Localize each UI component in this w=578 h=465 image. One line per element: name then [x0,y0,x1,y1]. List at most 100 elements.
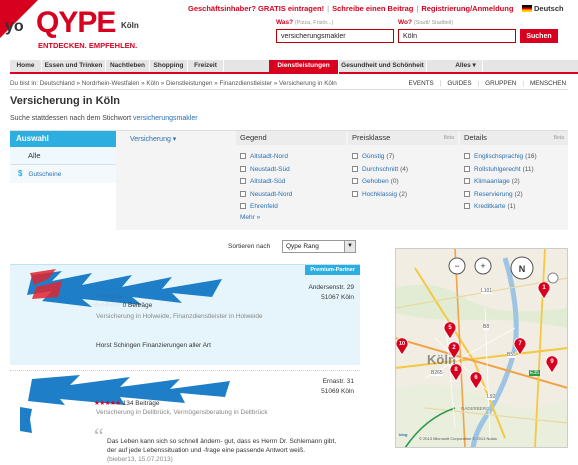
site-header: yo QYPE Köln ENTDECKEN. EMPFEHLEN. Gesch… [0,0,578,60]
logo-prefix: yo [5,18,24,35]
snippet-meta: (bieber13, 15.07.2013) [107,456,173,463]
german-flag-icon [522,5,532,12]
logo-city: Köln [121,21,139,30]
checkbox[interactable] [240,178,246,184]
search-button[interactable]: Suchen [520,29,558,43]
result-item[interactable]: ★★★★★ 134 Beiträge Versicherung in Dellbr… [10,370,360,465]
preis-option-count: (7) [386,153,395,160]
nav-freizeit[interactable]: Freizeit [188,60,224,72]
preis-option[interactable]: Gehoben (0) [348,176,458,189]
nav-home[interactable]: Home [10,60,42,72]
details-option[interactable]: Kreditkarte (1) [460,201,568,214]
preis-option[interactable]: Günstig (7) [348,151,458,164]
business-signup-link[interactable]: Geschäftsinhaber? GRATIS eintragen! [188,4,324,13]
chevron-down-icon: ▼ [344,241,355,252]
details-option[interactable]: Englischsprachig (16) [460,151,568,164]
auswahl-gutscheine[interactable]: $ Gutscheine [10,165,116,183]
checkbox[interactable] [464,178,470,184]
mehr-link[interactable]: Mehr » [236,214,346,221]
checkbox[interactable] [464,203,470,209]
gegend-option[interactable]: Neustadt-Nord [236,189,346,202]
where-label: Wo? (Stadt/ Stadtteil) [398,19,453,26]
details-option-label: Reservierung [474,190,513,198]
preis-option-label: Durchschnitt [362,165,399,173]
category-dropdown[interactable]: Versicherung ▾ [130,135,176,143]
checkbox[interactable] [464,165,470,172]
beta-label: Beta [443,135,454,141]
gegend-option[interactable]: Neustadt-Süd [236,164,346,177]
nav-alles[interactable]: Alles ▾ [449,60,483,72]
zoom-in-button[interactable] [477,256,489,270]
road-label: L101 [481,288,493,294]
sort-select[interactable]: Qype Rang ▼ [282,240,356,253]
checkbox[interactable] [352,165,358,172]
divider [10,89,568,90]
rating-stars: ☆☆☆☆☆ [94,302,121,309]
dollar-icon: $ [18,169,23,178]
details-option-count: (16) [525,153,537,160]
sub-link-events[interactable]: EVENTS [409,80,434,87]
gegend-option[interactable]: Altstadt-Nord [236,151,346,164]
gegend-title: Gegend [236,131,346,145]
business-name-fragment[interactable]: Holweide [96,292,123,301]
review-count[interactable]: 0 Beiträge [123,302,153,309]
where-hint: (Stadt/ Stadtteil) [413,20,454,26]
details-option[interactable]: Rollstuhlgerecht (11) [460,164,568,177]
premium-partner-badge: Premium-Partner [305,265,360,275]
language-selector[interactable]: Deutsch [522,4,564,13]
district-label: RADERBERG [461,406,490,411]
result-address: Ernastr. 31 51069 Köln [321,377,354,397]
preis-option[interactable]: Durchschnitt (4) [348,164,458,177]
checkbox[interactable] [464,190,470,197]
zoom-out-button[interactable] [453,256,465,270]
checkbox[interactable] [352,178,358,184]
nav-gesundheit[interactable]: Gesundheit und Schönheit [339,60,427,72]
details-option-label: Englischsprachig [474,153,524,160]
nav-essen-trinken[interactable]: Essen und Trinken [42,60,106,72]
details-option[interactable]: Reservierung (2) [460,189,568,202]
marker-number: 1 [542,285,546,291]
preis-option[interactable]: Hochklassig (2) [348,189,458,202]
road-label: E35 [529,370,540,376]
sort-value: Qype Rang [286,243,319,250]
preis-option-count: (0) [390,178,399,185]
nav-dienstleistungen[interactable]: Dienstleistungen [269,60,339,74]
gutscheine-label: Gutscheine [28,171,62,178]
address-street: Andersenstr. 29 [308,284,354,291]
gegend-option[interactable]: Ehrenfeld [236,201,346,214]
details-option-count: (2) [514,190,523,198]
compass-icon[interactable] [511,257,533,279]
write-review-link[interactable]: Schreibe einen Beitrag [332,4,413,13]
details-option[interactable]: Klimaanlage (2) [460,176,568,189]
checkbox[interactable] [240,153,246,159]
nav-nachtleben[interactable]: Nachtleben [106,60,150,72]
preis-option-count: (4) [400,165,409,173]
checkbox[interactable] [464,153,470,159]
sub-link-menschen[interactable]: MENSCHEN [530,80,566,87]
auswahl-all[interactable]: Alle [10,147,116,165]
search-hint-keyword-link[interactable]: versicherungsmakler [133,115,198,122]
gegend-option[interactable]: Altstadt-Süd [236,176,346,189]
checkbox[interactable] [240,165,246,172]
rating-line: ☆☆☆☆☆ 0 Beiträge [94,301,152,309]
register-login-link[interactable]: Registrierung/Anmeldung [421,4,513,13]
review-count[interactable]: 134 Beiträge [123,400,160,407]
sub-link-guides[interactable]: GUIDES [447,80,471,87]
address-city: 51067 Köln [321,294,354,301]
checkbox[interactable] [240,203,246,209]
nav-shopping[interactable]: Shopping [150,60,188,72]
checkbox[interactable] [352,190,358,197]
marker-number: 5 [448,325,452,331]
results-map[interactable]: − + N Köln L101 B8 B55 B265 L92 E35 RADE… [395,248,568,448]
where-input[interactable] [398,29,516,43]
auswahl-panel: Auswahl Alle $ Gutscheine [10,131,116,231]
qype-logo[interactable]: yo QYPE Köln ENTDECKEN. EMPFEHLEN. [0,0,140,56]
what-input[interactable] [276,29,394,43]
result-item[interactable]: Premium-Partner ☆☆☆☆☆ 0 Beiträge Holweide… [10,265,360,365]
marker-number: 7 [518,341,522,347]
search-hint-text: Suche stattdessen nach dem Stichwort [10,115,132,122]
avatar [20,407,32,433]
checkbox[interactable] [352,153,358,159]
sub-link-gruppen[interactable]: GRUPPEN [485,80,516,87]
checkbox[interactable] [240,190,246,197]
